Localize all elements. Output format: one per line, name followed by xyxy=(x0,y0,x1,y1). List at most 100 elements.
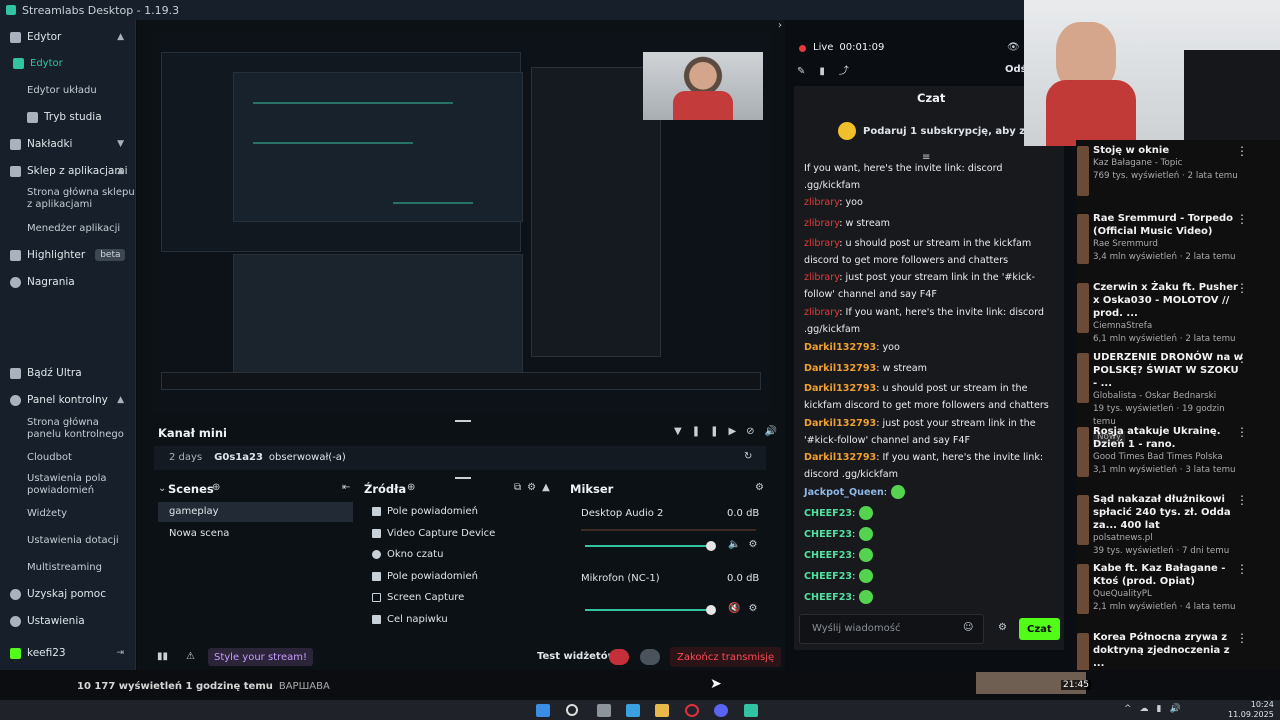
drag-handle[interactable] xyxy=(455,477,471,479)
sidebar-item-dotacje[interactable]: Ustawienia dotacji xyxy=(0,529,136,551)
streamlabs-taskbar-icon[interactable] xyxy=(744,704,758,717)
more-options-icon[interactable]: ⋮ xyxy=(1236,493,1248,507)
task-view-icon[interactable] xyxy=(597,704,611,717)
chat-username[interactable]: CHEEF23 xyxy=(804,508,852,519)
mixer-slider-knob[interactable] xyxy=(706,605,716,615)
sidebar-item-pole-powiadomien[interactable]: Ustawienia pola powiadomień xyxy=(0,470,136,500)
chat-username[interactable]: zlibrary xyxy=(804,272,839,283)
replay-icon[interactable] xyxy=(640,649,660,665)
source-tools-icons[interactable]: ⧉⚙▲ xyxy=(514,482,556,493)
collapse-right-icon[interactable]: › xyxy=(778,20,782,31)
source-item[interactable]: Pole powiadomień xyxy=(372,571,478,582)
sidebar-item-strona-panelu[interactable]: Strona główna panelu kontrolnego xyxy=(0,414,136,444)
more-options-icon[interactable]: ⋮ xyxy=(1236,281,1248,295)
collapse-icon[interactable]: ⌄ xyxy=(158,483,166,494)
sidebar-item-highlighter[interactable]: Highlighter beta xyxy=(0,244,136,266)
chat-username[interactable]: Darkil132793 xyxy=(804,418,876,429)
video-card[interactable]: Stoję w oknie Kaz Bałagane - Topic 769 tys… xyxy=(1093,144,1243,183)
source-item[interactable]: Video Capture Device xyxy=(372,528,495,539)
chat-username[interactable]: Darkil132793 xyxy=(804,342,876,353)
refresh-icon[interactable]: ↻ xyxy=(744,451,752,462)
end-stream-button[interactable]: Zakończ transmisję xyxy=(670,647,782,667)
stats-icon[interactable]: ▮▮ xyxy=(157,651,168,662)
more-options-icon[interactable]: ⋮ xyxy=(1236,631,1248,645)
system-tray-icons[interactable]: ^☁▮🔊 xyxy=(1124,704,1189,714)
more-options-icon[interactable]: ⋮ xyxy=(1236,144,1248,158)
sidebar-item-strona-sklepu[interactable]: Strona główna sklepu z aplikacjami xyxy=(0,184,136,214)
sidebar-item-widzety[interactable]: Widżety xyxy=(0,502,136,524)
video-thumbnail[interactable] xyxy=(1077,146,1089,196)
file-explorer-icon[interactable] xyxy=(655,704,669,717)
more-options-icon[interactable]: ⋮ xyxy=(1236,212,1248,226)
emoji-icon[interactable]: ☺ xyxy=(963,622,973,633)
add-source-icon[interactable]: ⊕ xyxy=(407,482,415,493)
chat-username[interactable]: zlibrary xyxy=(804,238,839,249)
chat-username[interactable]: Darkil132793 xyxy=(804,383,876,394)
chat-username[interactable]: CHEEF23 xyxy=(804,592,852,603)
video-thumbnail[interactable] xyxy=(1077,427,1089,477)
scene-item[interactable]: Nowa scena xyxy=(169,528,229,539)
logout-icon[interactable]: ⇥ xyxy=(116,648,124,658)
source-item[interactable]: Pole powiadomień xyxy=(372,506,478,517)
video-thumbnail[interactable] xyxy=(1077,353,1089,403)
sidebar-item-menedzer[interactable]: Menedżer aplikacji xyxy=(0,217,136,239)
video-thumbnail[interactable] xyxy=(1077,564,1089,614)
sidebar-item-panel[interactable]: Panel kontrolny ▲ xyxy=(0,389,136,411)
chat-username[interactable]: zlibrary xyxy=(804,197,839,208)
video-thumbnail[interactable] xyxy=(1077,283,1089,333)
scene-transition-icon[interactable]: ⇤ xyxy=(342,482,350,493)
source-item[interactable]: Okno czatu xyxy=(372,549,443,560)
mixer-mute-settings-icons[interactable]: 🔇⚙ xyxy=(728,603,765,614)
chat-username[interactable]: CHEEF23 xyxy=(804,571,852,582)
chat-username[interactable]: CHEEF23 xyxy=(804,550,852,561)
sidebar-item-sklep[interactable]: Sklep z aplikacjami ▲ xyxy=(0,160,136,182)
video-card[interactable]: Kabe ft. Kaz Bałagane - Ktoś (prod. Opia… xyxy=(1093,562,1243,614)
scene-item[interactable]: gameplay xyxy=(169,506,219,517)
more-options-icon[interactable]: ⋮ xyxy=(1236,562,1248,576)
windows-start-icon[interactable] xyxy=(536,704,550,717)
discord-icon[interactable] xyxy=(714,704,728,717)
store-app-icon[interactable] xyxy=(626,704,640,717)
video-card[interactable]: Czerwin x Żaku ft. Pusher x Oska030 - MO… xyxy=(1093,281,1243,346)
opera-icon[interactable] xyxy=(685,704,699,717)
sidebar-item-nakladki[interactable]: Nakładki ▼ xyxy=(0,133,136,155)
mixer-settings-icon[interactable]: ⚙ xyxy=(755,482,764,493)
mixer-mute-settings-icons[interactable]: 🔈⚙ xyxy=(728,539,765,550)
sidebar-item-tryb-studia[interactable]: Tryb studia xyxy=(0,106,136,128)
search-icon[interactable] xyxy=(566,704,578,716)
sidebar-item-cloudbot[interactable]: Cloudbot xyxy=(0,446,136,468)
mixer-slider-knob[interactable] xyxy=(706,541,716,551)
add-scene-icon[interactable]: ⊕ xyxy=(212,482,220,493)
chat-settings-icon[interactable]: ⚙ xyxy=(998,622,1007,633)
sidebar-item-ultra[interactable]: Bądź Ultra xyxy=(0,362,136,384)
chat-username[interactable]: Jackpot_Queen xyxy=(804,487,884,498)
more-options-icon[interactable]: ⋮ xyxy=(1236,351,1248,365)
eye-icon[interactable]: 👁 xyxy=(1007,42,1020,53)
sidebar-item-account[interactable]: keefi23 ⇥ xyxy=(0,642,136,664)
video-thumbnail[interactable] xyxy=(1077,214,1089,264)
style-stream-button[interactable]: Style your stream! xyxy=(208,648,314,666)
chat-username[interactable]: Darkil132793 xyxy=(804,452,876,463)
chat-toolbar-icons[interactable]: ✎▮⤴ xyxy=(797,62,863,77)
sidebar-item-edytor[interactable]: Edytor ▲ xyxy=(0,26,136,48)
video-card[interactable]: Rosja atakuje Ukrainę. Dzień 1 - rano. Go… xyxy=(1093,425,1243,477)
alert-icon[interactable]: ⚠ xyxy=(186,651,195,662)
sidebar-item-edytor-ukladu[interactable]: Edytor układu xyxy=(0,79,136,101)
chat-username[interactable]: zlibrary xyxy=(804,307,839,318)
stream-preview[interactable] xyxy=(153,32,771,412)
test-widget-toggle[interactable] xyxy=(609,649,629,665)
sidebar-item-multistreaming[interactable]: Multistreaming xyxy=(0,556,136,578)
video-thumbnail[interactable] xyxy=(1077,495,1089,545)
sidebar-item-pomoc[interactable]: Uzyskaj pomoc xyxy=(0,583,136,605)
minifeed-toolbar-icons[interactable]: ▼❚❚▶⊘🔊 xyxy=(674,426,787,437)
video-card[interactable]: Sąd nakazał dłużnikowi spłacić 240 tys. … xyxy=(1093,493,1243,558)
chat-username[interactable]: CHEEF23 xyxy=(804,529,852,540)
drag-handle[interactable] xyxy=(455,420,471,422)
sidebar-item-ustawienia[interactable]: Ustawienia xyxy=(0,610,136,632)
source-item[interactable]: Cel napiwku xyxy=(372,614,448,625)
source-item[interactable]: Screen Capture xyxy=(372,592,464,603)
more-options-icon[interactable]: ⋮ xyxy=(1236,425,1248,439)
chat-username[interactable]: Darkil132793 xyxy=(804,363,876,374)
sidebar-item-nagrania[interactable]: Nagrania xyxy=(0,271,136,293)
sidebar-item-edytor-sub[interactable]: Edytor xyxy=(0,52,136,74)
